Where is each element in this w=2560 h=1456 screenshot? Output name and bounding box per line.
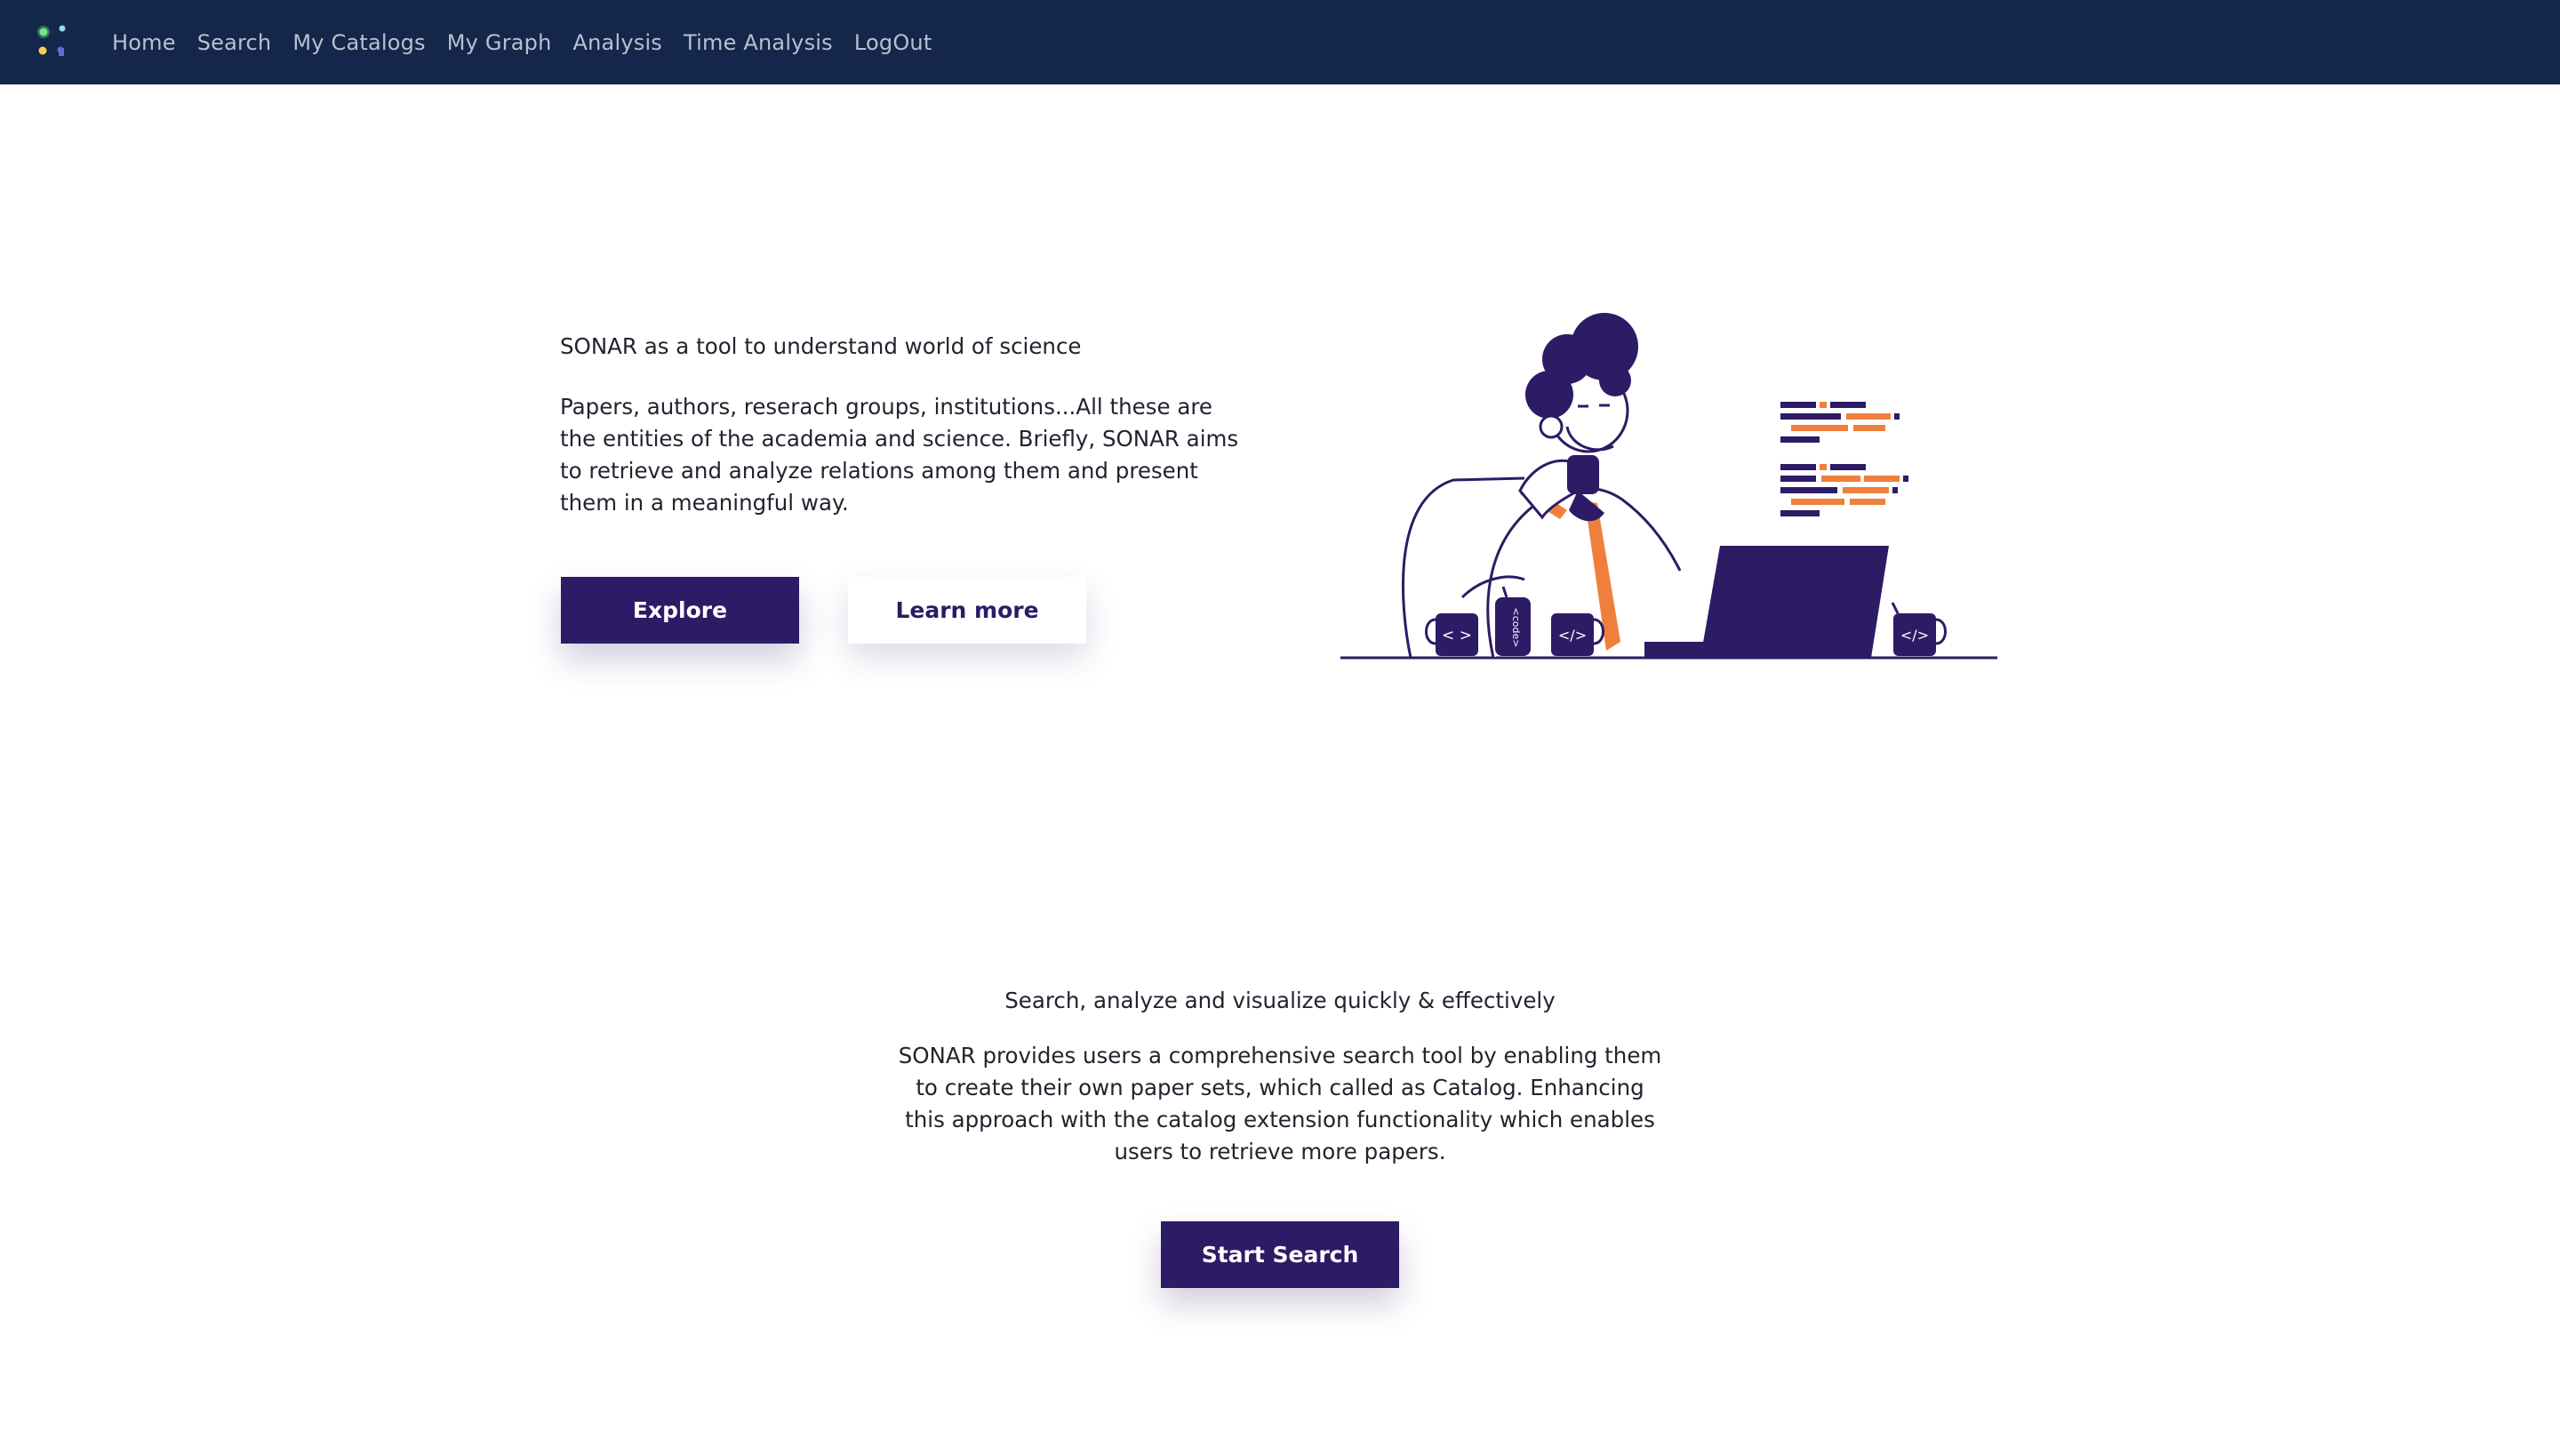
nav-search[interactable]: Search — [197, 30, 272, 55]
nav-my-catalogs[interactable]: My Catalogs — [292, 30, 425, 55]
developer-illustration: < > <code> </> </> — [1338, 313, 2000, 664]
nav-time-analysis[interactable]: Time Analysis — [684, 30, 833, 55]
nav-logout[interactable]: LogOut — [854, 30, 932, 55]
hero-section: SONAR as a tool to understand world of s… — [560, 331, 1238, 519]
nav-analysis[interactable]: Analysis — [573, 30, 662, 55]
mug-label-1: < > — [1442, 627, 1472, 644]
can-label: <code> — [1510, 608, 1522, 648]
mug-label-3: </> — [1900, 627, 1929, 644]
navbar: Home Search My Catalogs My Graph Analysi… — [0, 0, 2560, 84]
nav-my-graph[interactable]: My Graph — [447, 30, 552, 55]
search-section-title: Search, analyze and visualize quickly & … — [1004, 988, 1556, 1013]
start-search-button[interactable]: Start Search — [1161, 1221, 1399, 1288]
search-section-description: SONAR provides users a comprehensive sea… — [898, 1043, 1662, 1164]
nav-links: Home Search My Catalogs My Graph Analysi… — [112, 0, 953, 84]
nav-home[interactable]: Home — [112, 30, 176, 55]
hero-description: Papers, authors, reserach groups, instit… — [560, 394, 1239, 516]
hero-title: SONAR as a tool to understand world of s… — [560, 333, 1082, 359]
mug-label-2: </> — [1558, 627, 1587, 644]
sonar-logo-icon[interactable] — [34, 21, 75, 62]
learn-more-button[interactable]: Learn more — [848, 577, 1086, 644]
search-section: Search, analyze and visualize quickly & … — [853, 985, 1707, 1168]
explore-button[interactable]: Explore — [561, 577, 799, 644]
